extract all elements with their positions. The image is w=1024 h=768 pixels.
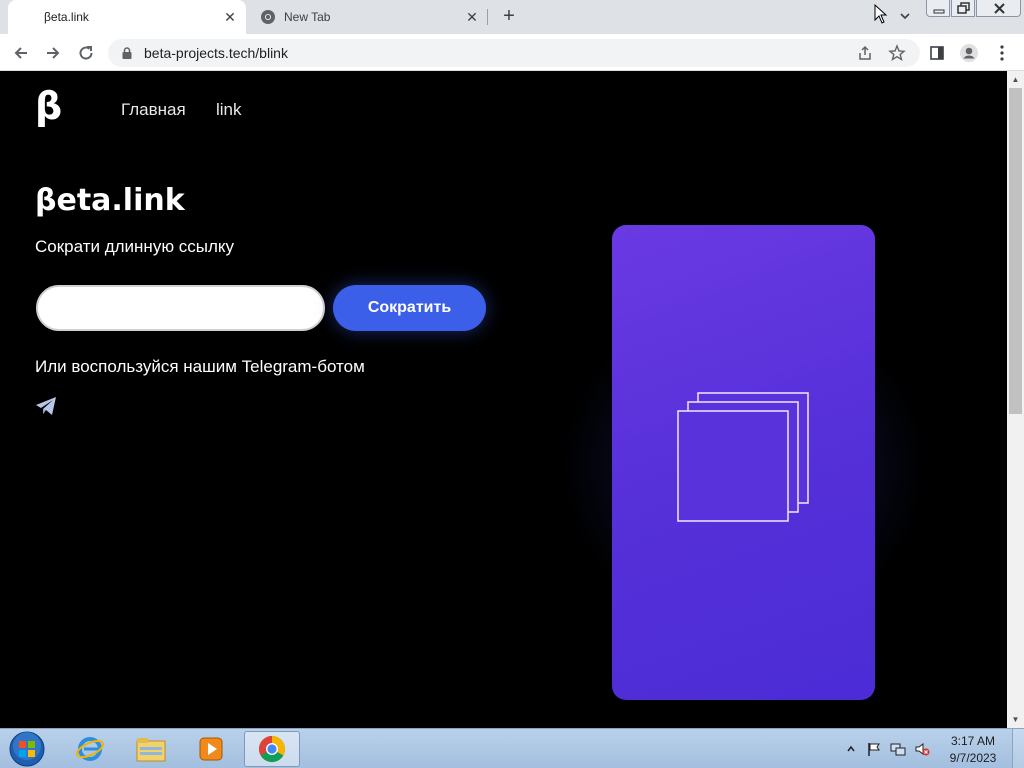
minimize-button[interactable] <box>926 0 950 17</box>
action-center-flag-icon[interactable] <box>866 741 882 757</box>
page-title: βeta.link <box>35 183 185 218</box>
tab-strip: βeta.link ✕ New Tab ✕ + <box>0 0 1024 34</box>
scroll-down-arrow-icon[interactable]: ▼ <box>1007 711 1024 728</box>
minimize-icon <box>933 9 945 14</box>
telegram-bot-text: Или воспользуйся нашим Telegram-ботом <box>35 357 365 376</box>
forward-button[interactable] <box>41 41 65 65</box>
kebab-menu-icon <box>1000 45 1004 61</box>
back-button[interactable] <box>9 41 33 65</box>
menu-button[interactable] <box>992 43 1012 63</box>
page-subtitle: Сократи длинную ссылку <box>35 237 235 256</box>
tab-betalink[interactable]: βeta.link ✕ <box>8 0 246 34</box>
shorten-button[interactable]: Сократить <box>333 285 486 331</box>
close-icon <box>994 3 1005 14</box>
reload-icon <box>79 46 93 60</box>
tab-search-chevron-icon[interactable] <box>896 7 914 25</box>
lock-icon[interactable] <box>120 46 134 60</box>
volume-muted-icon[interactable] <box>914 741 930 757</box>
chrome-icon <box>258 735 286 763</box>
nav-link-home[interactable]: Главная <box>121 100 186 120</box>
share-icon[interactable] <box>856 44 874 62</box>
tab-title: βeta.link <box>44 10 89 24</box>
browser-toolbar: beta-projects.tech/blink <box>0 34 1024 71</box>
long-url-input[interactable] <box>36 285 325 331</box>
tab-new-tab[interactable]: New Tab ✕ <box>248 0 488 34</box>
telegram-icon[interactable] <box>35 396 57 416</box>
page-viewport: β Главная link βeta.link Сократи длинную… <box>0 71 1007 728</box>
arrow-left-icon <box>14 47 27 59</box>
profile-button[interactable] <box>959 43 979 63</box>
chrome-favicon-icon <box>261 10 275 24</box>
restore-icon <box>957 2 970 14</box>
address-bar[interactable]: beta-projects.tech/blink <box>108 39 920 67</box>
stacked-pages-icon <box>677 392 809 522</box>
show-desktop-button[interactable] <box>1012 729 1024 768</box>
taskbar-internet-explorer[interactable] <box>62 731 118 767</box>
media-player-icon <box>199 737 223 761</box>
tab-close-icon[interactable]: ✕ <box>462 7 482 27</box>
bookmark-star-icon[interactable] <box>888 44 906 62</box>
side-panel-button[interactable] <box>927 43 947 63</box>
tab-separator <box>487 9 488 25</box>
new-tab-button[interactable]: + <box>498 5 520 27</box>
clock-date: 9/7/2023 <box>949 751 997 765</box>
avatar-icon <box>960 44 978 62</box>
clock-time: 3:17 AM <box>950 734 996 748</box>
site-logo[interactable]: β <box>35 87 62 125</box>
restore-button[interactable] <box>951 0 975 17</box>
url-text[interactable]: beta-projects.tech/blink <box>144 45 288 61</box>
show-hidden-icons-icon[interactable] <box>846 744 856 754</box>
nav-link-link[interactable]: link <box>216 100 242 120</box>
illustration-card <box>612 225 875 700</box>
start-button[interactable] <box>4 730 50 768</box>
system-clock[interactable]: 3:17 AM 9/7/2023 <box>940 733 1006 767</box>
arrow-right-icon <box>47 47 60 59</box>
taskbar-media-player[interactable] <box>183 731 239 767</box>
side-panel-icon <box>930 46 944 60</box>
page-favicon-icon <box>20 9 36 25</box>
tab-close-icon[interactable]: ✕ <box>220 7 240 27</box>
page-scrollbar[interactable]: ▲ ▼ <box>1007 71 1024 728</box>
window-controls <box>926 0 1022 18</box>
scroll-thumb[interactable] <box>1009 88 1022 414</box>
close-window-button[interactable] <box>976 0 1021 17</box>
mouse-cursor-icon <box>874 4 888 24</box>
tab-title: New Tab <box>284 10 331 24</box>
internet-explorer-icon <box>76 737 104 761</box>
scroll-up-arrow-icon[interactable]: ▲ <box>1007 71 1024 88</box>
taskbar-chrome[interactable] <box>244 731 300 767</box>
taskbar-file-explorer[interactable] <box>123 731 179 767</box>
system-tray <box>846 729 930 768</box>
reload-button[interactable] <box>74 41 98 65</box>
folder-icon <box>136 738 166 762</box>
windows-taskbar: 3:17 AM 9/7/2023 <box>0 728 1024 768</box>
network-icon[interactable] <box>890 741 906 757</box>
